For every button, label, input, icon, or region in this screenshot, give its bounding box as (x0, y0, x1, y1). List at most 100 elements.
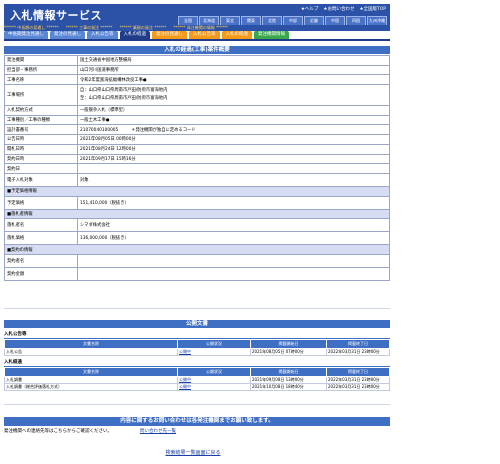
row-value: 2021年08月24日 12時00分 (77, 143, 390, 155)
tab-gyomu-mitoshi[interactable]: 発注の見通し (152, 31, 187, 39)
doc-status-link[interactable]: 公開中 (179, 384, 191, 389)
public-docs-title: 公開文書 (4, 320, 390, 328)
row-key: 開札日時 (4, 143, 78, 155)
page: 入札情報サービス ★ヘルプ ★お問い合わせ ★全国版TOP 全国 北海道 東北 … (0, 0, 500, 464)
row-key: 契約日時 (4, 153, 78, 165)
row-key: 落札者名 (4, 218, 78, 233)
row-key: 工事場所 (4, 84, 78, 107)
row-key: 設計書番号 (4, 124, 78, 136)
doc-name: 入札調書 (4, 376, 178, 384)
row-key: 落札価格 (4, 231, 78, 246)
row-key: 入札契約方式 (4, 105, 78, 116)
section-title: 入札の経過(工事)案件概要 (4, 46, 390, 54)
table-row: 予定価格 151,410,000（税抜き） (4, 195, 390, 210)
help-link[interactable]: ★ヘルプ (301, 6, 319, 12)
row-value: 136,000,000（税抜き） (77, 231, 390, 246)
row-key: 工事名称 (4, 74, 78, 86)
table-header-row: 文書名称 公開状況 掲載開始日 掲載終了日 (4, 339, 390, 349)
design-number-note: ＊発注機関が独自に定めるコード (131, 127, 196, 133)
contact-title: 内容に関するお問い合わせは各発注機関までお願い致します。 (4, 417, 390, 426)
col-status: 公開状況 (177, 339, 251, 349)
band-chuchoki: ****** 中長期の見通し ****** (4, 25, 59, 30)
doc-name: 入札調書（総合評価落札方式） (4, 383, 178, 391)
col-end: 掲載終了日 (326, 339, 390, 349)
national-top-link[interactable]: ★全国版TOP (359, 6, 386, 12)
row-value: 国土交通省中国地方整備局 (77, 55, 390, 66)
col-end: 掲載終了日 (326, 367, 390, 377)
doc-end: 2022年03月31日 23時00分 (326, 383, 390, 391)
row-key: 契約日 (4, 163, 78, 174)
contact-link[interactable]: ★お問い合わせ (323, 6, 354, 12)
back-to-results-link[interactable]: 検索結果一覧画面に戻る (165, 450, 220, 456)
row-value: 対象 (77, 172, 390, 187)
group-rakusatsu-label: ■落札者情報 (4, 208, 390, 220)
table-row: 設計書番号 21070040100005 ＊発注機関が独自に定めるコード (4, 124, 390, 136)
doc-start: 2021年08月05日 07時00分 (250, 348, 327, 356)
col-status: 公開状況 (177, 367, 251, 377)
doc-end: 2022年03月31日 23時00分 (326, 376, 390, 384)
tab-koji-mitoshi[interactable]: 発注の見通し (50, 31, 85, 39)
band-gyomu: ****** 業務の発注 ****** (119, 25, 167, 30)
divider (4, 404, 390, 405)
design-number: 21070040100005 (80, 127, 119, 133)
col-doc-name: 文書名称 (4, 367, 178, 377)
row-value: 2021年08月05日 00時00分 (77, 134, 390, 145)
table-row: 落札者名 シマダ株式会社 (4, 218, 390, 233)
table-row: 担当部・事務所 山口河川国道事務所 (4, 64, 390, 76)
row-value: 自：山口県山口県周南市戸田/防府市富海地内 至：山口県山口県周南市戸田/防府市富… (77, 84, 390, 107)
doc-start: 2021年09月08日 13時00分 (250, 376, 327, 384)
row-value: 21070040100005 ＊発注機関が独自に定めるコード (77, 124, 390, 136)
inquiry-list-link[interactable]: 問い合わせ先一覧 (140, 428, 176, 434)
group-header: ■予定価格情報 (4, 185, 390, 197)
top-links: ★ヘルプ ★お問い合わせ ★全国版TOP (301, 6, 386, 12)
tab-chuchoki[interactable]: 中長期発注見通し (4, 31, 48, 39)
tab-gyomu-koukoku[interactable]: 入札公告等 (189, 31, 220, 39)
table-row: 落札価格 136,000,000（税抜き） (4, 231, 390, 246)
row-value (77, 266, 390, 281)
table-row: 工事種別／工事の種類 一般土木工事● (4, 114, 390, 126)
doc-status-link[interactable]: 公開中 (179, 349, 191, 354)
doc-start: 2021年10月08日 18時40分 (250, 383, 327, 391)
table-row: 契約金額 (4, 266, 390, 281)
tab-koji-keika[interactable]: 入札の経過 (119, 31, 150, 39)
group-header: ■落札者情報 (4, 208, 390, 220)
row-key: 公告日時 (4, 134, 78, 145)
back-row: 検索結果一覧画面に戻る (0, 449, 386, 456)
table-row: 契約日 (4, 163, 390, 174)
doc-status-link[interactable]: 公開中 (179, 377, 191, 382)
row-value: 2021年09月17日 15時16分 (77, 153, 390, 165)
table-row: 入札公告 公開中 2021年08月05日 07時00分 2022年03月31日 … (4, 348, 390, 356)
row-key: 発注機関 (4, 55, 78, 66)
tab-gyomu-keika[interactable]: 入札の経過 (221, 31, 252, 39)
col-doc-name: 文書名称 (4, 339, 178, 349)
row-value: シマダ株式会社 (77, 218, 390, 233)
group-keiyaku-label: ■契約の情報 (4, 244, 390, 255)
row-key: 予定価格 (4, 195, 78, 210)
doc-status: 公開中 (177, 348, 251, 356)
tab-koji-koukoku[interactable]: 入札公告等 (87, 31, 118, 39)
tab-kikan-info[interactable]: 発注機関情報 (254, 31, 289, 39)
site-title: 入札情報サービス (10, 9, 102, 22)
col-start: 掲載開始日 (250, 367, 327, 377)
table-row: 契約者名 (4, 253, 390, 268)
row-value: 151,410,000（税抜き） (77, 195, 390, 210)
table-row: 開札日時 2021年08月24日 12時00分 (4, 143, 390, 155)
row-value (77, 253, 390, 268)
keika-table: 文書名称 公開状況 掲載開始日 掲載終了日 入札調書 公開中 2021年09月0… (4, 367, 390, 391)
table-row: 発注機関 国土交通省中国地方整備局 (4, 55, 390, 66)
table-row: 入札契約方式 一般競争入札（標準型） (4, 105, 390, 116)
nav-underline (4, 39, 390, 41)
doc-status: 公開中 (177, 383, 251, 391)
contact-row: 発注機関への連絡先等はこちらからご確認ください。 問い合わせ先一覧 (4, 428, 390, 434)
doc-status: 公開中 (177, 376, 251, 384)
table-row: 公告日時 2021年08月05日 00時00分 (4, 134, 390, 145)
doc-end: 2022年03月31日 23時00分 (326, 348, 390, 356)
case-summary-table: 発注機関 国土交通省中国地方整備局 担当部・事務所 山口河川国道事務所 工事名称… (4, 55, 390, 281)
group-yotei-label: ■予定価格情報 (4, 185, 390, 197)
table-row: 工事場所 自：山口県山口県周南市戸田/防府市富海地内 至：山口県山口県周南市戸田… (4, 84, 390, 107)
divider (4, 308, 390, 309)
group-header: ■契約の情報 (4, 244, 390, 255)
koukoku-table: 文書名称 公開状況 掲載開始日 掲載終了日 入札公告 公開中 2021年08月0… (4, 339, 390, 356)
band-kikan: ****** 発注機関の情報 ****** (173, 25, 229, 30)
nav-tabs: 中長期発注見通し 発注の見通し 入札公告等 入札の経過 発注の見通し 入札公告等… (4, 31, 390, 39)
